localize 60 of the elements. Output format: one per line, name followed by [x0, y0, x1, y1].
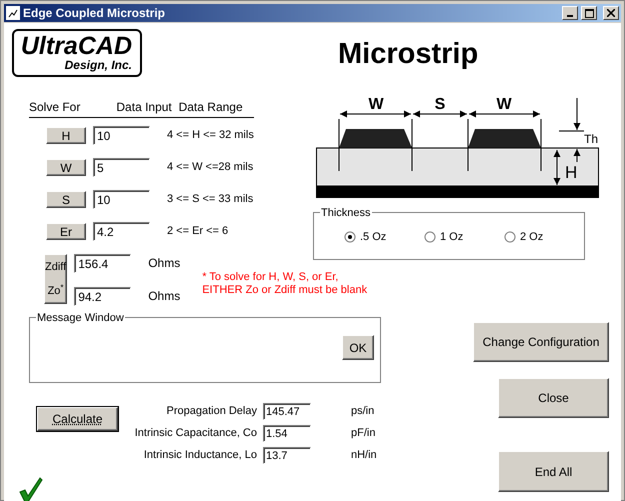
- input-field[interactable]: 10: [93, 190, 150, 209]
- app-icon: [6, 6, 20, 20]
- action-button[interactable]: Close: [498, 378, 609, 418]
- maximize-button[interactable]: [581, 6, 598, 20]
- group-title: Message Window: [36, 310, 125, 326]
- radio-option[interactable]: 2 Oz: [504, 229, 584, 246]
- logo-subtitle: Design, Inc.: [64, 59, 132, 72]
- column-header: Data Range: [178, 99, 244, 116]
- output-field[interactable]: 1.54: [263, 425, 311, 442]
- window-title: Edge Coupled Microstrip: [23, 5, 166, 22]
- range-text: 4 <= H <= 32 mils: [167, 128, 254, 144]
- ok-button[interactable]: OK: [342, 335, 374, 360]
- input-field[interactable]: 156.4: [74, 254, 132, 273]
- result-label: Intrinsic Capacitance, Co: [134, 426, 257, 442]
- solve-button[interactable]: S: [46, 191, 86, 208]
- unit-text: Ohms: [148, 288, 180, 305]
- close-icon: [607, 9, 615, 17]
- output-field[interactable]: 145.47: [263, 403, 311, 420]
- action-button[interactable]: Change Configuration: [473, 322, 609, 362]
- input-field[interactable]: 4.2: [93, 222, 150, 241]
- action-button[interactable]: End All: [498, 451, 609, 492]
- dimension-label: W: [368, 96, 384, 113]
- checkmark-icon: [19, 477, 43, 501]
- range-text: 4 <= W <=28 mils: [167, 160, 254, 176]
- radio-button[interactable]: [424, 231, 436, 244]
- unit-text: nH/in: [351, 448, 377, 464]
- result-label: Propagation Delay: [165, 404, 257, 420]
- radio-button[interactable]: [504, 231, 516, 244]
- radio-option[interactable]: .5 Oz: [344, 229, 424, 246]
- solve-button[interactable]: H: [46, 127, 86, 144]
- dimension-label: Th: [584, 132, 598, 146]
- solve-button[interactable]: W: [46, 159, 86, 176]
- range-text: 2 <= Er <= 6: [167, 224, 228, 240]
- dimension-label: S: [434, 96, 446, 113]
- logo-text: UltraCAD: [20, 33, 132, 59]
- unit-text: pF/in: [351, 426, 376, 442]
- dimension-arrow: [574, 148, 580, 162]
- warning-note: EITHER Zo or Zdiff must be blank: [202, 284, 368, 297]
- dimension-label: W: [496, 96, 512, 113]
- dimension-label: H: [565, 163, 578, 182]
- unit-text: Ohms: [148, 255, 180, 272]
- maximize-icon: [584, 8, 594, 18]
- solve-button[interactable]: Er: [46, 223, 86, 240]
- column-header: Solve For: [29, 99, 82, 116]
- column-header: Data Input: [115, 99, 173, 116]
- dimension-arrow: [554, 150, 560, 186]
- page-heading: Microstrip: [338, 37, 478, 72]
- warning-note: * To solve for H, W, S, or Er,: [202, 271, 340, 284]
- calculate-button[interactable]: Calculate: [37, 407, 118, 431]
- unit-text: ps/in: [351, 404, 374, 420]
- range-text: 3 <= S <= 33 mils: [167, 192, 254, 208]
- input-field[interactable]: 5: [93, 158, 150, 177]
- radio-option[interactable]: 1 Oz: [424, 229, 504, 246]
- radio-button[interactable]: [344, 231, 356, 244]
- close-button[interactable]: [603, 6, 619, 20]
- input-field[interactable]: 10: [93, 126, 150, 145]
- minimize-button[interactable]: [562, 6, 578, 20]
- output-field[interactable]: 13.7: [263, 447, 311, 464]
- result-label: Intrinsic Inductance, Lo: [142, 448, 257, 464]
- input-field[interactable]: 94.2: [74, 287, 132, 306]
